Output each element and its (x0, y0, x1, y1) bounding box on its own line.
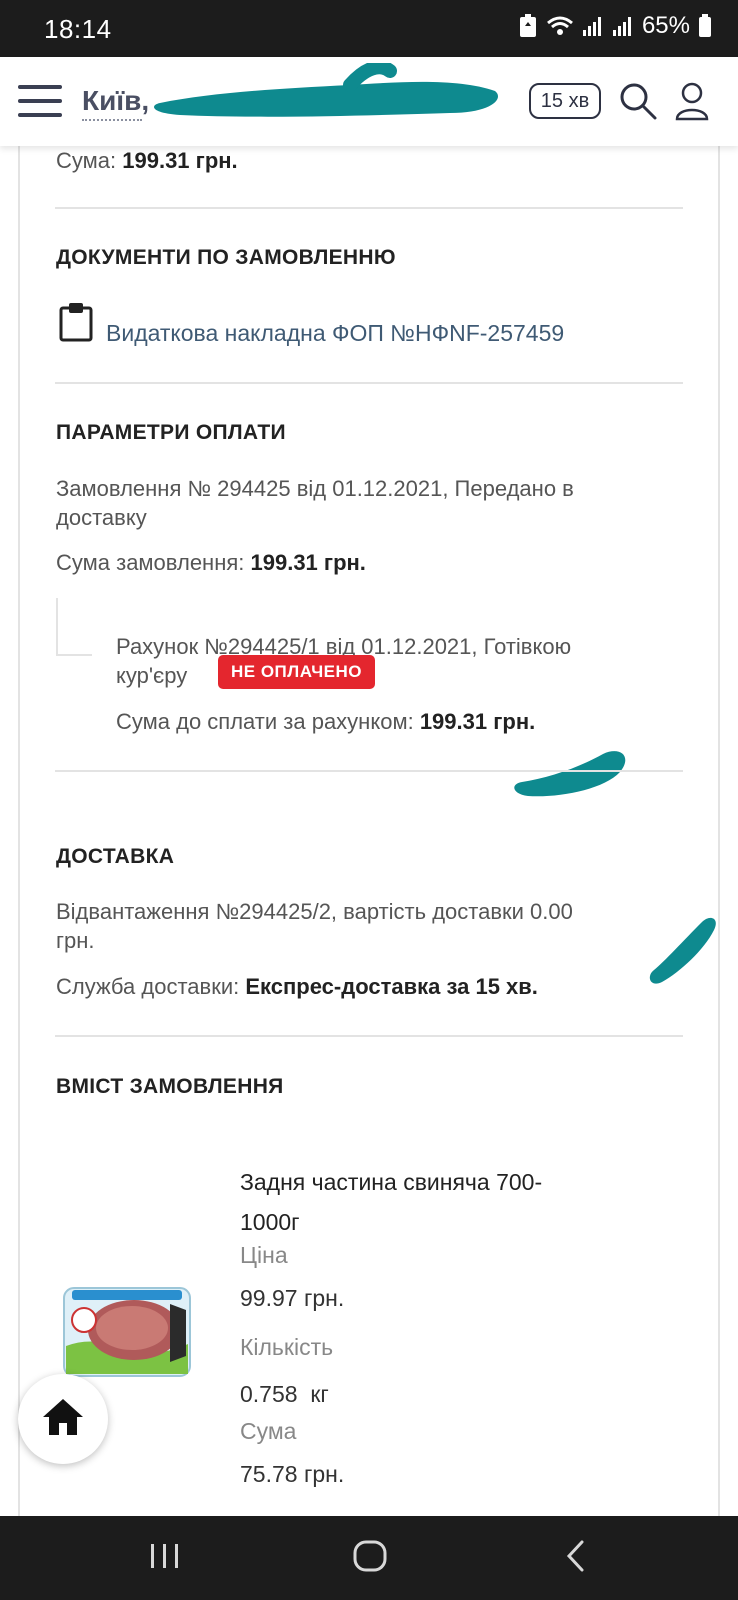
divider (55, 207, 683, 209)
clipboard-icon (58, 302, 94, 347)
menu-icon[interactable] (18, 85, 62, 119)
status-bar: 18:14 65% (0, 0, 738, 57)
signal-icon (612, 15, 634, 37)
delivery-service-value: Експрес-доставка за 15 хв. (245, 974, 538, 999)
delivery-service: Служба доставки: Експрес-доставка за 15 … (56, 972, 538, 1001)
invoice-sum-value: 199.31 грн. (419, 709, 536, 734)
delivery-service-label: Служба доставки: (56, 974, 240, 999)
redaction-scribble (649, 917, 716, 984)
home-icon (41, 1397, 85, 1442)
delivery-heading: ДОСТАВКА (56, 845, 175, 868)
product-name[interactable]: Задня частина свиняча 700- 1000г (240, 1162, 640, 1242)
wifi-icon (546, 15, 574, 37)
divider (55, 770, 683, 772)
delivery-time-badge[interactable]: 15 хв (529, 83, 601, 119)
product-name-line1: Задня частина свиняча 700- (240, 1169, 543, 1195)
back-icon[interactable] (564, 1538, 588, 1579)
order-sum-value: 199.31 грн. (250, 550, 366, 575)
battery-icon (698, 14, 712, 38)
item-sum-label: Сума (240, 1418, 297, 1444)
unpaid-status-badge: НЕ ОПЛАЧЕНО (218, 655, 375, 689)
order-info-line2: доставку (56, 505, 147, 530)
nested-connector (56, 598, 58, 655)
status-time: 18:14 (44, 14, 112, 44)
shipment-info: Відвантаження №294425/2, вартість достав… (56, 897, 676, 955)
price-value: 99.97 грн. (240, 1285, 345, 1311)
battery-percent: 65% (641, 12, 690, 39)
city-underline (82, 119, 142, 121)
system-nav-bar (0, 1516, 738, 1600)
order-sum-top: Сума: 199.31 грн. (56, 146, 238, 175)
invoice-info-line1: Рахунок №294425/1 від 01.12.2021, Готівк… (116, 634, 572, 659)
sum-label: Сума: (56, 148, 117, 173)
home-fab-button[interactable] (18, 1374, 108, 1464)
order-info: Замовлення № 294425 від 01.12.2021, Пере… (56, 474, 676, 532)
nested-connector (56, 654, 92, 656)
item-sum-value: 75.78 грн. (240, 1461, 345, 1487)
documents-heading: ДОКУМЕНТИ ПО ЗАМОВЛЕННЮ (56, 246, 396, 269)
qty-value: 0.758 кг (240, 1381, 329, 1407)
invoice-info: Рахунок №294425/1 від 01.12.2021, Готівк… (116, 632, 676, 690)
invoice-info-line2: кур'єру (116, 663, 188, 688)
redaction-scribble (514, 751, 626, 797)
recent-apps-icon[interactable] (148, 1538, 182, 1579)
payment-heading: ПАРАМЕТРИ ОПЛАТИ (56, 421, 286, 444)
qty-label: Кількість (240, 1334, 334, 1360)
divider (55, 1035, 683, 1037)
product-image[interactable] (62, 1286, 192, 1378)
app-header: Київ, 15 хв (0, 57, 738, 146)
product-name-line2: 1000г (240, 1209, 300, 1235)
invoice-sum-label: Сума до сплати за рахунком: (116, 709, 414, 734)
divider (55, 382, 683, 384)
order-sum: Сума замовлення: 199.31 грн. (56, 548, 366, 577)
recycle-icon (518, 14, 538, 38)
status-icons: 65% (518, 12, 712, 40)
order-info-line1: Замовлення № 294425 від 01.12.2021, Пере… (56, 476, 574, 501)
shipment-info-line2: грн. (56, 928, 95, 953)
contents-heading: ВМІСТ ЗАМОВЛЕННЯ (56, 1075, 284, 1098)
user-icon[interactable] (674, 81, 710, 126)
signal-icon (582, 15, 604, 37)
price-label: Ціна (240, 1242, 288, 1268)
shipment-info-line1: Відвантаження №294425/2, вартість достав… (56, 899, 573, 924)
city-selector[interactable]: Київ, (82, 85, 149, 117)
redaction-scribble (154, 63, 499, 117)
invoice-document-link[interactable]: Видаткова накладна ФОП №НФNF-257459 (106, 320, 564, 347)
order-sum-label: Сума замовлення: (56, 550, 245, 575)
invoice-sum: Сума до сплати за рахунком: 199.31 грн. (116, 707, 535, 736)
search-icon[interactable] (618, 81, 658, 126)
home-circle-icon[interactable] (352, 1538, 388, 1579)
sum-value: 199.31 грн. (122, 148, 238, 173)
